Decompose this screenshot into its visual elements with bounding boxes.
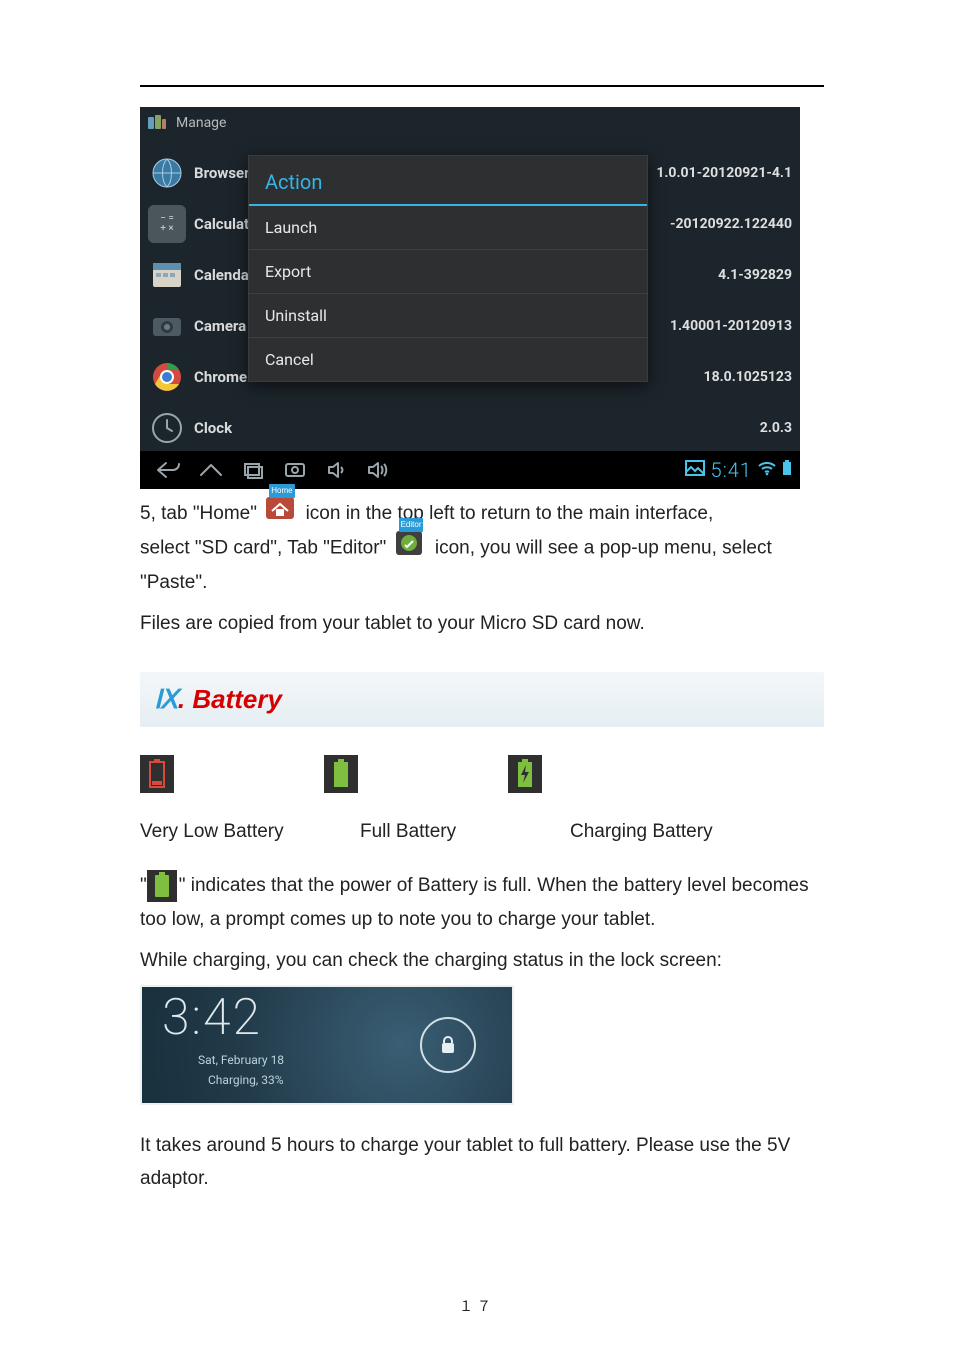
home-inline-icon: Home	[266, 497, 296, 530]
chrome-icon	[148, 358, 186, 396]
battery-low-label: Very Low Battery	[140, 821, 300, 843]
top-rule	[140, 85, 824, 87]
battery-icons-row	[140, 755, 824, 793]
page-number: １７	[0, 1296, 954, 1316]
battery-charging-icon	[508, 755, 542, 793]
app-version: 1.40001-20120913	[670, 318, 792, 334]
section-number: Ⅸ	[154, 685, 178, 714]
battery-full-icon	[324, 755, 358, 793]
browser-icon	[148, 154, 186, 192]
nav-battery-icon	[782, 460, 792, 480]
step5-text-c: select "SD card", Tab "Editor"	[140, 537, 392, 558]
battery-labels-row: Very Low Battery Full Battery Charging B…	[140, 821, 824, 843]
battery-full-explain: "" indicates that the power of Battery i…	[140, 869, 824, 936]
battery-low-icon	[140, 755, 174, 793]
app-name: Camera	[194, 317, 246, 335]
android-titlebar: Manage	[140, 107, 800, 139]
lock-icon	[439, 1035, 457, 1055]
nav-back-icon[interactable]	[148, 456, 190, 484]
lock-time: 3:42	[162, 989, 262, 1047]
navbar-clock: 5:41	[711, 458, 752, 482]
popup-item-uninstall[interactable]: Uninstall	[249, 294, 647, 338]
action-popup: Action Launch Export Uninstall Cancel	[248, 155, 648, 382]
step5-text-b: icon in the top left to return to the ma…	[306, 503, 714, 524]
app-row-clock[interactable]: Clock 2.0.3	[140, 402, 800, 453]
app-name: Browser	[194, 164, 250, 182]
battery-full-label: Full Battery	[360, 821, 510, 843]
nav-screenshot-icon[interactable]	[274, 456, 316, 484]
calendar-icon	[148, 256, 186, 294]
app-version: 18.0.1025123	[704, 369, 792, 385]
nav-home-icon[interactable]	[190, 456, 232, 484]
copy-done-text: Files are copied from your tablet to you…	[140, 607, 824, 640]
camera-icon	[148, 307, 186, 345]
battery-charging-label: Charging Battery	[570, 821, 713, 843]
app-name: Chrome	[194, 368, 247, 386]
app-version: 4.1-392829	[718, 267, 792, 283]
app-name: Calendar	[194, 266, 254, 284]
app-version: -20120922.122440	[670, 216, 792, 232]
nav-wifi-icon	[758, 461, 776, 480]
instruction-step-5: 5, tab "Home" Home icon in the top left …	[140, 497, 824, 599]
step5-text-a: 5, tab "Home"	[140, 503, 257, 524]
popup-item-launch[interactable]: Launch	[249, 206, 647, 250]
battery-full-inline-icon	[147, 870, 177, 902]
editor-inline-icon: Editor	[396, 531, 426, 566]
manage-app-icon	[146, 112, 168, 134]
lock-date: Sat, February 18	[198, 1053, 284, 1067]
calculator-icon: − =+ ×	[148, 205, 186, 243]
popup-item-cancel[interactable]: Cancel	[249, 338, 647, 381]
app-version: 2.0.3	[760, 420, 792, 436]
nav-voldown-icon[interactable]	[316, 456, 358, 484]
popup-item-export[interactable]: Export	[249, 250, 647, 294]
app-name: Clock	[194, 419, 232, 437]
lock-ring[interactable]	[420, 1017, 476, 1073]
lockscreen-screenshot: 3:42 Sat, February 18 Charging, 33%	[140, 985, 514, 1105]
charge-duration-text: It takes around 5 hours to charge your t…	[140, 1129, 824, 1196]
nav-gallery-icon[interactable]	[685, 460, 705, 480]
lock-charge-status: Charging, 33%	[208, 1073, 284, 1087]
clock-icon	[148, 409, 186, 447]
nav-recent-icon[interactable]	[232, 456, 274, 484]
section-title: Battery	[192, 684, 282, 714]
android-screenshot: Manage Browser 1.0.01-20120921-4.1 − =+ …	[140, 107, 800, 489]
charging-status-text: While charging, you can check the chargi…	[140, 944, 824, 977]
app-version: 1.0.01-20120921-4.1	[656, 165, 792, 181]
nav-volup-icon[interactable]	[358, 456, 400, 484]
android-navbar: 5:41	[140, 451, 800, 489]
section-header: Ⅸ. Battery	[140, 672, 824, 727]
android-title: Manage	[176, 115, 226, 131]
popup-title: Action	[249, 156, 647, 206]
